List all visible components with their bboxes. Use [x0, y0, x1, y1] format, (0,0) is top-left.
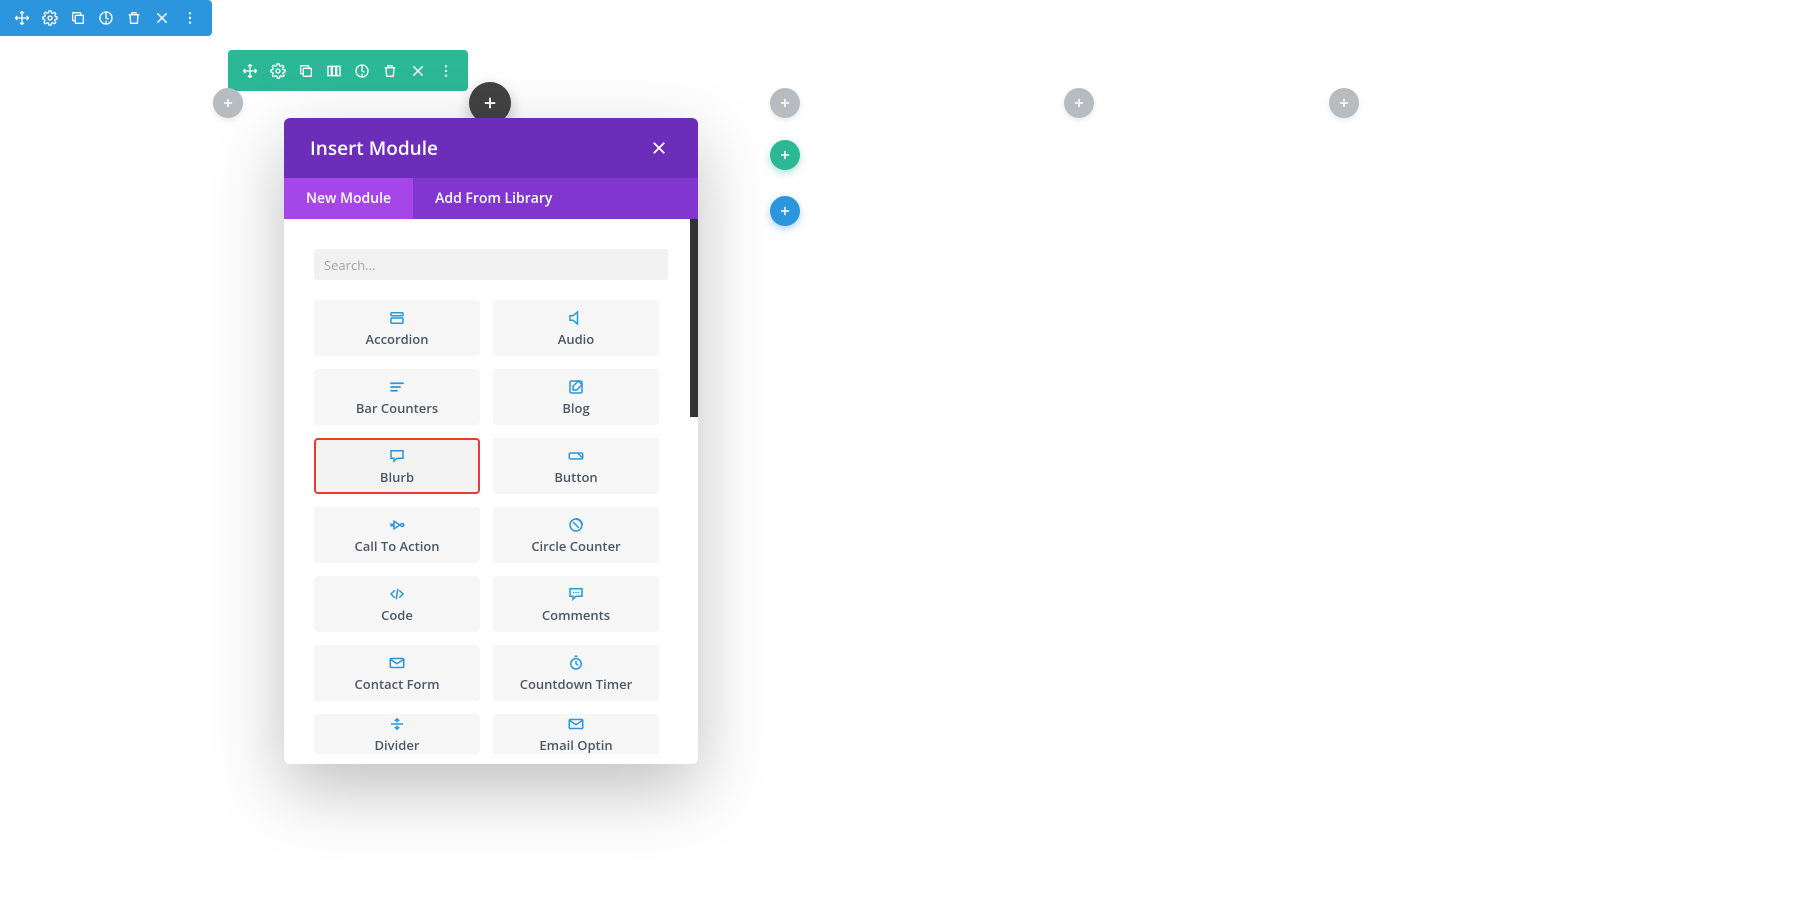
- move-icon[interactable]: [236, 50, 264, 91]
- more-icon[interactable]: [432, 50, 460, 91]
- modal-tabs: New Module Add From Library: [284, 178, 698, 219]
- module-label: Circle Counter: [531, 537, 620, 555]
- tab-label: New Module: [306, 189, 391, 208]
- add-row-button[interactable]: [770, 140, 800, 170]
- modal-header: Insert Module: [284, 118, 698, 178]
- module-label: Countdown Timer: [520, 675, 633, 693]
- divider-icon: [388, 715, 406, 733]
- cta-icon: [388, 516, 406, 534]
- module-label: Blurb: [380, 468, 414, 486]
- module-grid: Accordion Audio Bar Counters Blog Blurb Butto…: [314, 300, 668, 754]
- module-countdown-timer[interactable]: Countdown Timer: [493, 645, 659, 701]
- add-module-button[interactable]: [1329, 88, 1359, 118]
- comments-icon: [567, 585, 585, 603]
- add-module-button[interactable]: [213, 88, 243, 118]
- search-input[interactable]: [314, 249, 668, 280]
- blurb-icon: [388, 447, 406, 465]
- move-icon[interactable]: [8, 0, 36, 36]
- add-module-button[interactable]: [770, 88, 800, 118]
- module-label: Call To Action: [354, 537, 439, 555]
- modal-body: Accordion Audio Bar Counters Blog Blurb Butto…: [284, 219, 698, 764]
- insert-module-modal: Insert Module New Module Add From Librar…: [284, 118, 698, 764]
- timer-icon: [567, 654, 585, 672]
- module-code[interactable]: Code: [314, 576, 480, 632]
- module-contact-form[interactable]: Contact Form: [314, 645, 480, 701]
- module-circle-counter[interactable]: Circle Counter: [493, 507, 659, 563]
- tab-new-module[interactable]: New Module: [284, 178, 413, 219]
- more-icon[interactable]: [176, 0, 204, 36]
- module-divider[interactable]: Divider: [314, 714, 480, 754]
- module-label: Accordion: [366, 330, 429, 348]
- close-icon[interactable]: [646, 135, 672, 161]
- module-comments[interactable]: Comments: [493, 576, 659, 632]
- gear-icon[interactable]: [36, 0, 64, 36]
- modal-title: Insert Module: [310, 135, 438, 161]
- row-toolbar: [228, 50, 468, 91]
- section-toolbar: [0, 0, 212, 36]
- duplicate-icon[interactable]: [292, 50, 320, 91]
- close-icon[interactable]: [404, 50, 432, 91]
- gear-icon[interactable]: [264, 50, 292, 91]
- circle-icon: [567, 516, 585, 534]
- trash-icon[interactable]: [376, 50, 404, 91]
- trash-icon[interactable]: [120, 0, 148, 36]
- columns-icon[interactable]: [320, 50, 348, 91]
- code-icon: [388, 585, 406, 603]
- tab-label: Add From Library: [435, 189, 552, 208]
- module-blurb[interactable]: Blurb: [314, 438, 480, 494]
- blog-icon: [567, 378, 585, 396]
- add-section-button[interactable]: [770, 196, 800, 226]
- module-audio[interactable]: Audio: [493, 300, 659, 356]
- tab-add-from-library[interactable]: Add From Library: [413, 178, 698, 219]
- scrollbar-thumb[interactable]: [690, 219, 698, 417]
- module-label: Button: [554, 468, 597, 486]
- module-accordion[interactable]: Accordion: [314, 300, 480, 356]
- module-bar-counters[interactable]: Bar Counters: [314, 369, 480, 425]
- module-email-optin[interactable]: Email Optin: [493, 714, 659, 754]
- add-module-button[interactable]: [1064, 88, 1094, 118]
- module-blog[interactable]: Blog: [493, 369, 659, 425]
- module-button[interactable]: Button: [493, 438, 659, 494]
- module-label: Comments: [542, 606, 610, 624]
- module-label: Email Optin: [539, 736, 612, 754]
- mail-icon: [567, 715, 585, 733]
- module-label: Audio: [558, 330, 595, 348]
- button-icon: [567, 447, 585, 465]
- module-label: Code: [381, 606, 413, 624]
- mail-icon: [388, 654, 406, 672]
- module-label: Blog: [562, 399, 589, 417]
- audio-icon: [567, 309, 585, 327]
- duplicate-icon[interactable]: [64, 0, 92, 36]
- save-icon[interactable]: [348, 50, 376, 91]
- module-call-to-action[interactable]: Call To Action: [314, 507, 480, 563]
- accordion-icon: [388, 309, 406, 327]
- save-icon[interactable]: [92, 0, 120, 36]
- module-label: Contact Form: [355, 675, 440, 693]
- module-label: Divider: [375, 736, 420, 754]
- module-label: Bar Counters: [356, 399, 438, 417]
- bars-icon: [388, 378, 406, 396]
- close-icon[interactable]: [148, 0, 176, 36]
